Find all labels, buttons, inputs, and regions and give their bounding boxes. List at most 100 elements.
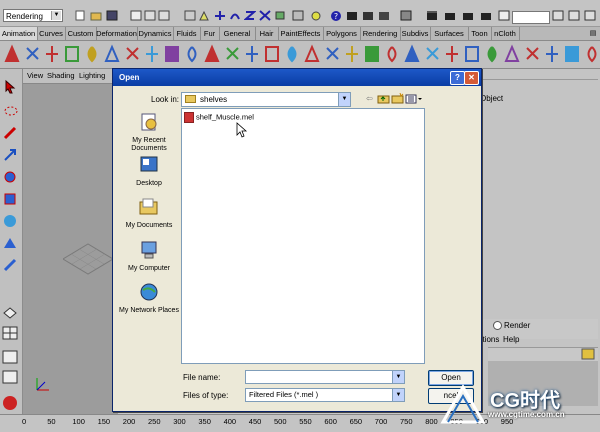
make-live-icon[interactable] (274, 10, 286, 21)
save-scene-icon[interactable] (106, 10, 118, 21)
back-arrow-icon[interactable]: ⇦ (363, 93, 376, 104)
shelf-tool-icon[interactable] (363, 44, 382, 64)
shelf-tool-icon[interactable] (583, 44, 600, 64)
shelf-tab-curves[interactable]: Curves (37, 27, 66, 40)
shelf-tab-dynamics[interactable]: Dynamics (137, 27, 174, 40)
universal-manip-icon[interactable] (2, 213, 19, 229)
panel-menu-shading[interactable]: Shading (47, 71, 75, 80)
shelf-tool-icon[interactable] (243, 44, 262, 64)
layout-four-icon[interactable] (2, 325, 19, 341)
help-icon[interactable]: ? (330, 10, 342, 21)
shelf-tool-icon[interactable] (63, 44, 82, 64)
shelf-tool-icon[interactable] (523, 44, 542, 64)
shelf-tab-polygons[interactable]: Polygons (323, 27, 361, 40)
panel-menu-view[interactable]: View (27, 71, 43, 80)
shelf-tool-icon[interactable] (143, 44, 162, 64)
clapper4-icon[interactable] (480, 10, 492, 21)
shelf-tool-icon[interactable] (503, 44, 522, 64)
place-my-computer[interactable]: My Computer (117, 240, 181, 273)
shelf-tool-icon[interactable] (563, 44, 582, 64)
ipr-render-icon[interactable] (362, 10, 374, 21)
shelf-tab-deformation[interactable]: Deformation (96, 27, 138, 40)
attribute-editor-icon[interactable] (568, 10, 580, 21)
snap-point-icon[interactable] (244, 10, 256, 21)
shelf-tool-icon[interactable] (163, 44, 182, 64)
shelf-menu-icon[interactable]: ▤ (586, 27, 600, 40)
shelf-tool-icon[interactable] (103, 44, 122, 64)
scale-tool-icon[interactable] (2, 191, 19, 207)
shelf-tab-subdivs[interactable]: Subdivs (400, 27, 431, 40)
channel-box-toggle-icon[interactable] (552, 10, 564, 21)
files-of-type-combo[interactable]: Filtered Files (*.mel ) ▼ (245, 388, 405, 402)
chevron-down-icon[interactable]: ▼ (338, 93, 350, 106)
shelf-tool-icon[interactable] (323, 44, 342, 64)
place-my-documents[interactable]: My Documents (117, 197, 181, 230)
file-name-input[interactable]: ▼ (245, 370, 405, 384)
up-folder-icon[interactable] (377, 93, 390, 104)
pick-mask-icon[interactable] (184, 10, 196, 21)
shelf-tab-painteffects[interactable]: PaintEffects (278, 27, 324, 40)
open-scene-icon[interactable] (90, 10, 102, 21)
paint-select-tool-icon[interactable] (2, 125, 19, 141)
clapper3-icon[interactable] (462, 10, 474, 21)
show-manip-icon[interactable] (2, 257, 19, 273)
shelf-tool-icon[interactable] (263, 44, 282, 64)
shelf-tab-ncloth[interactable]: nCloth (491, 27, 520, 40)
select-hierarchy-icon[interactable] (130, 10, 142, 21)
viewport[interactable] (23, 69, 118, 414)
view-menu-icon[interactable] (405, 93, 423, 104)
menu-set-select[interactable]: Rendering ▼ (3, 9, 63, 22)
shelf-tool-icon[interactable] (23, 44, 42, 64)
select-handles-icon[interactable] (198, 10, 210, 21)
layout-two-icon[interactable] (2, 349, 19, 365)
shelf-tool-icon[interactable] (303, 44, 322, 64)
shelf-tab-rendering[interactable]: Rendering (360, 27, 401, 40)
toggle-panel-icon[interactable] (400, 10, 412, 21)
shelf-tab-animation[interactable]: Animation (0, 27, 38, 40)
move-tool-icon[interactable] (2, 147, 19, 163)
layout-single-icon[interactable] (2, 305, 19, 321)
chevron-down-icon[interactable]: ▼ (392, 371, 404, 383)
shelf-tab-hair[interactable]: Hair (255, 27, 279, 40)
shelf-tool-icon[interactable] (283, 44, 302, 64)
place-recent-documents[interactable]: My Recent Documents (117, 112, 181, 153)
quick-select-field[interactable] (512, 11, 550, 24)
rotate-tool-icon[interactable] (2, 169, 19, 185)
shelf-tool-icon[interactable] (123, 44, 142, 64)
clapper-icon[interactable] (426, 10, 438, 21)
render-settings-icon[interactable] (378, 10, 390, 21)
snap-curve-icon[interactable] (229, 10, 241, 21)
shelf-tool-icon[interactable] (43, 44, 62, 64)
chevron-down-icon[interactable]: ▼ (392, 389, 404, 401)
layer-new-icon[interactable] (581, 348, 596, 360)
place-desktop[interactable]: Desktop (117, 155, 181, 188)
new-scene-icon[interactable] (74, 10, 86, 21)
file-list[interactable]: shelf_Muscle.mel (181, 108, 425, 364)
shelf-tool-icon[interactable] (223, 44, 242, 64)
shelf-tool-icon[interactable] (543, 44, 562, 64)
shelf-tab-surfaces[interactable]: Surfaces (430, 27, 469, 40)
shelf-tool-icon[interactable] (343, 44, 362, 64)
history-icon[interactable] (310, 10, 322, 21)
shelf-tool-icon[interactable] (203, 44, 222, 64)
place-network-places[interactable]: My Network Places (117, 282, 181, 315)
shelf-tool-icon[interactable] (463, 44, 482, 64)
select-tool-icon[interactable] (2, 79, 19, 95)
snap-grid-icon[interactable] (214, 10, 226, 21)
soft-mod-icon[interactable] (2, 235, 19, 251)
shelf-tool-icon[interactable] (83, 44, 102, 64)
render-radio[interactable] (493, 321, 502, 330)
render-frame-icon[interactable] (346, 10, 358, 21)
new-folder-icon[interactable] (391, 93, 404, 104)
shelf-tool-icon[interactable] (423, 44, 442, 64)
tool-settings-icon[interactable] (584, 10, 596, 21)
field-toggle-icon[interactable] (498, 10, 510, 21)
shelf-tab-fur[interactable]: Fur (200, 27, 220, 40)
shelf-tool-icon[interactable] (183, 44, 202, 64)
input-ops-icon[interactable] (292, 10, 304, 21)
look-in-combo[interactable]: shelves ▼ (181, 92, 351, 107)
panel-menu-lighting[interactable]: Lighting (79, 71, 105, 80)
select-object-icon[interactable] (144, 10, 156, 21)
shelf-tab-toon[interactable]: Toon (468, 27, 492, 40)
snap-view-plane-icon[interactable] (259, 10, 271, 21)
